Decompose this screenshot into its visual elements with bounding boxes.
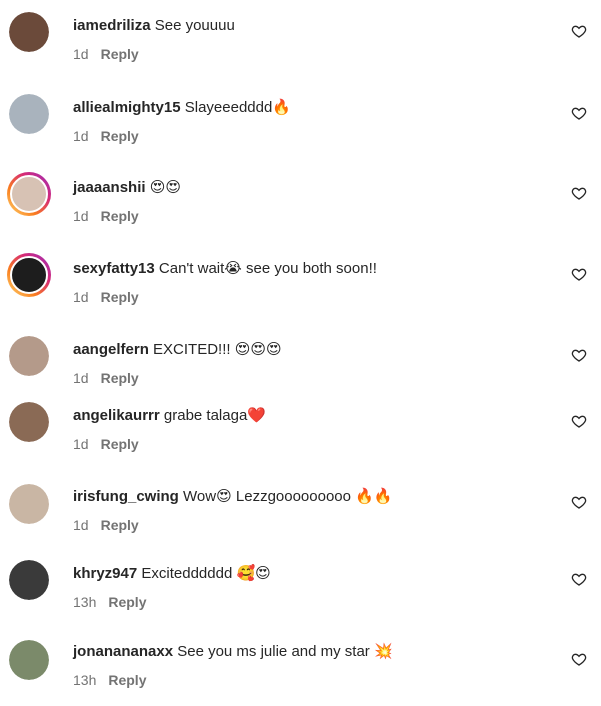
comment-item: jonanananaxx See you ms julie and my sta…	[0, 636, 601, 706]
comment-username[interactable]: iamedriliza	[73, 17, 151, 34]
reply-button[interactable]: Reply	[101, 128, 139, 144]
heart-outline-icon[interactable]	[571, 266, 587, 282]
comment-time: 1d	[73, 517, 89, 533]
comment-item: iamedriliza See youuuu 1d Reply	[0, 8, 601, 78]
heart-outline-icon[interactable]	[571, 185, 587, 201]
avatar[interactable]	[9, 336, 49, 376]
reply-button[interactable]: Reply	[108, 594, 146, 610]
heart-outline-icon[interactable]	[571, 651, 587, 667]
comment-time: 1d	[73, 46, 89, 62]
comment-text: EXCITED!!! 😍😍😍	[153, 341, 282, 358]
comment-username[interactable]: alliealmighty15	[73, 99, 181, 116]
comment-item: jaaaanshii 😍😍 1d Reply	[0, 170, 601, 240]
comment-username[interactable]: sexyfatty13	[73, 260, 155, 277]
comment-time: 1d	[73, 289, 89, 305]
reply-button[interactable]: Reply	[101, 289, 139, 305]
comment-username[interactable]: angelikaurrr	[73, 407, 160, 424]
comment-username[interactable]: khryz947	[73, 565, 137, 582]
comment-time: 13h	[73, 672, 97, 688]
heart-outline-icon[interactable]	[571, 413, 587, 429]
comment-text: See you ms julie and my star 💥	[177, 643, 393, 660]
reply-button[interactable]: Reply	[108, 672, 146, 688]
comment-item: khryz947 Excitedddddd 🥰😍 13h Reply	[0, 558, 601, 628]
comment-text: grabe talaga❤️	[163, 407, 266, 424]
avatar[interactable]	[9, 402, 49, 442]
comment-text: Can't wait😭 see you both soon!!	[158, 260, 377, 277]
comment-username[interactable]: jaaaanshii	[73, 179, 146, 196]
comment-text: Excitedddddd 🥰😍	[141, 565, 271, 582]
reply-button[interactable]: Reply	[101, 517, 139, 533]
comment-time: 1d	[73, 128, 89, 144]
heart-outline-icon[interactable]	[571, 23, 587, 39]
comment-item: aangelfern EXCITED!!! 😍😍😍 1d Reply	[0, 332, 601, 402]
comment-username[interactable]: jonanananaxx	[73, 643, 173, 660]
avatar[interactable]	[9, 640, 49, 680]
avatar[interactable]	[9, 484, 49, 524]
avatar[interactable]	[9, 560, 49, 600]
comment-time: 1d	[73, 436, 89, 452]
comment-text: Wow😍 Lezzgooooooooo 🔥🔥	[183, 488, 393, 505]
avatar[interactable]	[7, 172, 51, 216]
comment-time: 1d	[73, 370, 89, 386]
reply-button[interactable]: Reply	[101, 46, 139, 62]
comment-text: See youuuu	[154, 17, 235, 34]
heart-outline-icon[interactable]	[571, 571, 587, 587]
comment-time: 13h	[73, 594, 97, 610]
comment-item: irisfung_cwing Wow😍 Lezzgooooooooo 🔥🔥 1d…	[0, 480, 601, 550]
reply-button[interactable]: Reply	[101, 436, 139, 452]
avatar[interactable]	[7, 253, 51, 297]
comment-text: 😍😍	[149, 179, 181, 196]
comment-item: angelikaurrr grabe talaga❤️ 1d Reply	[0, 400, 601, 470]
heart-outline-icon[interactable]	[571, 494, 587, 510]
avatar[interactable]	[9, 12, 49, 52]
comment-username[interactable]: aangelfern	[73, 341, 149, 358]
comment-time: 1d	[73, 208, 89, 224]
comment-text: Slayeeedddd🔥	[184, 99, 291, 116]
reply-button[interactable]: Reply	[101, 208, 139, 224]
heart-outline-icon[interactable]	[571, 347, 587, 363]
comment-list: iamedriliza See youuuu 1d Reply alliealmi…	[0, 0, 601, 704]
comment-item: sexyfatty13 Can't wait😭 see you both soo…	[0, 251, 601, 321]
reply-button[interactable]: Reply	[101, 370, 139, 386]
comment-item: alliealmighty15 Slayeeedddd🔥 1d Reply	[0, 90, 601, 160]
avatar[interactable]	[9, 94, 49, 134]
heart-outline-icon[interactable]	[571, 105, 587, 121]
comment-username[interactable]: irisfung_cwing	[73, 488, 179, 505]
